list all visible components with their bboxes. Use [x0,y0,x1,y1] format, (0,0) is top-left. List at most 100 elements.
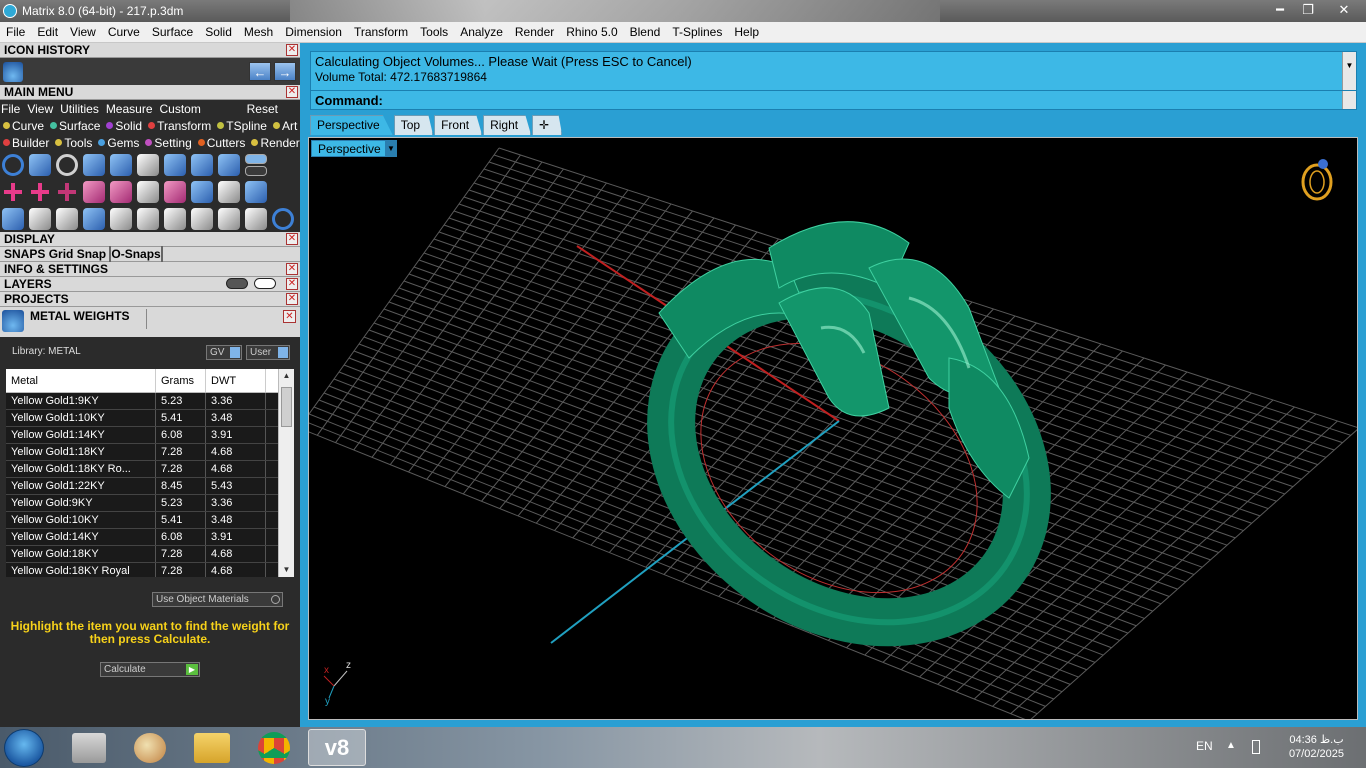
close-button[interactable]: ✕ [1322,0,1366,20]
add-viewport-tab[interactable]: ✛ [532,115,563,135]
command-line[interactable]: Command: [310,90,1357,110]
mm-measure[interactable]: Measure [105,102,159,116]
ring-wizard-icon[interactable] [110,153,132,176]
mm-view[interactable]: View [26,102,59,116]
menu-solid[interactable]: Solid [199,25,238,39]
ring-rail-icon[interactable] [191,153,213,176]
menu-file[interactable]: File [0,25,31,39]
user-button[interactable]: User [246,345,290,360]
close-icon[interactable]: ✕ [286,233,298,245]
table-row[interactable]: Yellow Gold:14KY 6.08 3.91 [6,529,294,546]
col-dwt[interactable]: DWT [206,369,266,392]
category-cutters[interactable]: Cutters [195,136,249,150]
trim-icon[interactable] [245,207,267,230]
category-art[interactable]: Art [270,119,300,133]
curve-network-icon[interactable] [29,153,51,176]
grid-snap-toggle[interactable]: Grid Snap [49,247,106,261]
category-gems[interactable]: Gems [95,136,142,150]
menu-view[interactable]: View [64,25,102,39]
table-row[interactable]: Yellow Gold1:18KY Ro... 7.28 4.68 [6,461,294,478]
menu-tsplines[interactable]: T-Splines [666,25,728,39]
table-row[interactable]: Yellow Gold:18KY Royal 7.28 4.68 [6,563,294,577]
check-icon[interactable] [191,180,213,203]
menu-transform[interactable]: Transform [348,25,414,39]
gem-cutter-icon[interactable] [137,153,159,176]
clock[interactable]: 04:36 ب.ظ 07/02/2025 [1289,733,1344,761]
o-snaps-icon[interactable] [160,246,163,262]
menu-mesh[interactable]: Mesh [238,25,279,39]
category-setting[interactable]: Setting [142,136,194,150]
category-surface[interactable]: Surface [47,119,103,133]
history-back-button[interactable]: ← [249,62,271,81]
maximize-button[interactable]: ❐ [1294,0,1322,20]
display-header[interactable]: DISPLAY ✕ [0,232,300,247]
menu-blend[interactable]: Blend [624,25,667,39]
paint-icon[interactable] [134,733,166,763]
mm-custom[interactable]: Custom [159,102,207,116]
add-point-icon[interactable] [2,181,24,203]
scroll-thumb[interactable] [281,387,292,427]
ungroup-icon[interactable] [218,207,240,230]
menu-analyze[interactable]: Analyze [454,25,509,39]
bezel-icon[interactable] [83,153,105,176]
layers-header[interactable]: LAYERS ✕ [0,277,300,292]
ring-profile-icon[interactable] [56,153,78,176]
mm-utilities[interactable]: Utilities [59,102,105,116]
menu-tools[interactable]: Tools [414,25,454,39]
array-icon[interactable] [137,180,159,203]
table-row[interactable]: Yellow Gold:18KY 7.28 4.68 [6,546,294,563]
pattern-icon[interactable] [164,180,186,203]
sphere-icon[interactable] [245,180,267,203]
table-row[interactable]: Yellow Gold:10KY 5.41 3.48 [6,512,294,529]
gv-button[interactable]: GV [206,345,242,360]
menu-edit[interactable]: Edit [31,25,64,39]
chrome-icon[interactable] [258,732,290,764]
tab-top[interactable]: Top [393,115,434,135]
category-curve[interactable]: Curve [0,119,47,133]
mirror-icon[interactable] [83,207,105,230]
reset-button[interactable]: Reset [246,102,284,116]
scroll-down-icon[interactable]: ▼ [279,563,294,577]
tab-right[interactable]: Right [483,115,532,135]
circle-icon[interactable] [272,207,294,230]
category-solid[interactable]: Solid [103,119,145,133]
rotate-icon[interactable] [29,207,51,230]
minimize-button[interactable]: ━ [1266,0,1294,20]
s-curve-icon[interactable] [218,153,240,176]
close-icon[interactable]: ✕ [286,263,298,275]
close-icon[interactable]: ✕ [286,293,298,305]
start-button[interactable] [4,729,44,767]
sparkle-icon[interactable] [164,207,186,230]
calculator-icon[interactable] [72,733,106,763]
table-row[interactable]: Yellow Gold1:22KY 8.45 5.43 [6,478,294,495]
history-forward-button[interactable]: → [274,62,296,81]
toggle-icon[interactable] [245,165,267,176]
menu-dimension[interactable]: Dimension [279,25,348,39]
menu-help[interactable]: Help [728,25,765,39]
icon-history-header[interactable]: ICON HISTORY ✕ [0,43,300,58]
menu-curve[interactable]: Curve [102,25,146,39]
table-row[interactable]: Yellow Gold1:10KY 5.41 3.48 [6,410,294,427]
ring-preview-icon[interactable] [1301,159,1333,201]
scale-icon[interactable] [137,207,159,230]
curve-icon[interactable] [56,207,78,230]
close-icon[interactable]: ✕ [286,278,298,290]
tab-perspective[interactable]: Perspective [310,115,393,135]
explorer-icon[interactable] [194,733,230,763]
fillet-icon[interactable] [110,180,132,203]
grid-edit-icon[interactable] [218,180,240,203]
chevron-up-icon[interactable]: ▲ [1226,740,1236,751]
table-row[interactable]: Yellow Gold:9KY 5.23 3.36 [6,495,294,512]
group-icon[interactable] [191,207,213,230]
snaps-header[interactable]: SNAPS Grid Snap O-Snaps ✕ [0,246,300,276]
layer-toggle-icon[interactable] [226,278,248,289]
insert-point-icon[interactable] [29,181,51,203]
language-indicator[interactable]: EN [1196,739,1213,753]
menu-rhino[interactable]: Rhino 5.0 [560,25,623,39]
cubes-icon[interactable] [2,207,24,230]
toggle-icon[interactable] [245,153,267,164]
tab-front[interactable]: Front [434,115,483,135]
col-grams[interactable]: Grams [156,369,206,392]
arc-icon[interactable] [83,180,105,203]
projects-header[interactable]: PROJECTS ✕ [0,292,300,307]
